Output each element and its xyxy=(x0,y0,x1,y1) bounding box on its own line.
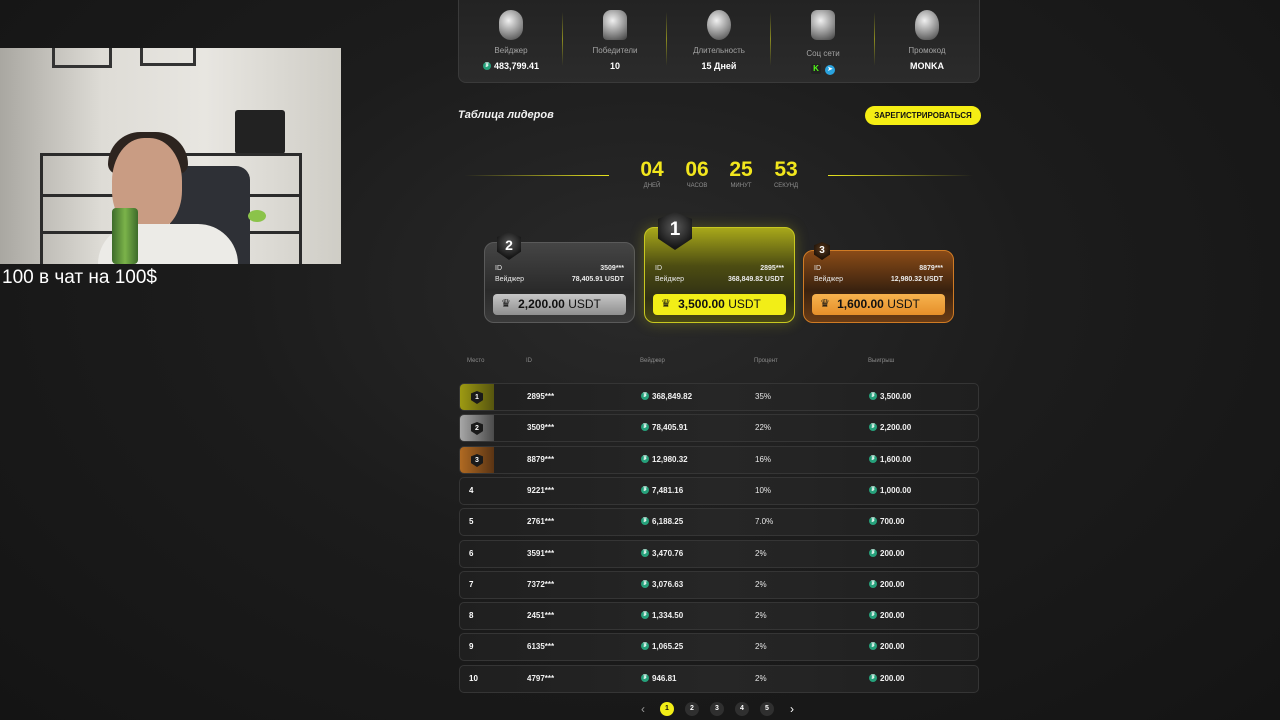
stat-label: Победители xyxy=(592,46,638,55)
stat-value: 10 xyxy=(609,61,620,71)
tether-icon xyxy=(641,579,649,589)
stat-value: 483,799.41 xyxy=(459,61,563,71)
webcam-overlay xyxy=(0,48,341,264)
table-row: 4 9221*** 7,481.16 10% 1,000.00 xyxy=(459,477,979,505)
flame-icon xyxy=(915,10,939,40)
crown-icon: ♛ xyxy=(820,298,830,310)
rank-badge: 1 xyxy=(460,384,494,410)
table-row: 2 3509*** 78,405.91 22% 2,200.00 xyxy=(459,414,979,442)
table-row: 9 6135*** 1,065.25 2% 200.00 xyxy=(459,633,979,661)
tether-icon xyxy=(482,61,491,71)
stat-winners: Победители 10 xyxy=(563,0,667,82)
crown-icon: ♛ xyxy=(501,298,511,310)
tether-icon xyxy=(869,485,877,495)
tether-icon xyxy=(641,673,649,683)
header-winnings: Выигрыш xyxy=(868,358,895,364)
stat-value: 15 Дней xyxy=(701,61,737,71)
tether-icon xyxy=(869,579,877,589)
rank-number: 6 xyxy=(469,549,474,558)
social-icon xyxy=(811,10,835,40)
podium-prize: ♛ 3,500.00 USDT xyxy=(653,294,786,315)
stat-label: Вейджер xyxy=(494,46,528,55)
stat-promocode: Промокод MONKA xyxy=(875,0,979,82)
crown-icon: ♛ xyxy=(661,298,671,310)
kick-icon[interactable]: K xyxy=(811,64,821,74)
stat-label: Промокод xyxy=(908,46,946,55)
coin-icon xyxy=(499,10,523,40)
stream-caption: 100 в чат на 100$ xyxy=(2,267,157,288)
tether-icon xyxy=(869,454,877,464)
podium-card-3: ID 8879*** Вейджер 12,980.32 USDT ♛ 1,600.0… xyxy=(803,250,954,323)
countdown-divider-right xyxy=(828,175,973,176)
tether-icon xyxy=(641,391,649,401)
tether-icon xyxy=(641,485,649,495)
table-row: 8 2451*** 1,334.50 2% 200.00 xyxy=(459,602,979,630)
page-button-1[interactable]: 1 xyxy=(660,702,674,716)
table-row: 3 8879*** 12,980.32 16% 1,600.00 xyxy=(459,446,979,474)
table-row: 10 4797*** 946.81 2% 200.00 xyxy=(459,665,979,693)
tether-icon xyxy=(641,454,649,464)
leaderboard-page: 100 в чат на 100$ Вейджер 483,799.41 Поб… xyxy=(0,0,1280,720)
rank-badge: 2 xyxy=(460,415,494,441)
table-row: 1 2895*** 368,849.82 35% 3,500.00 xyxy=(459,383,979,411)
social-links: K ➤ xyxy=(771,61,875,75)
page-button-5[interactable]: 5 xyxy=(760,702,774,716)
header-percent: Процент xyxy=(754,358,778,364)
stat-socials: Соц сети K ➤ xyxy=(771,0,875,82)
tether-icon xyxy=(869,516,877,526)
rank-badge: 3 xyxy=(460,447,494,473)
rank-number: 8 xyxy=(469,611,474,620)
tether-icon xyxy=(869,422,877,432)
table-row: 6 3591*** 3,470.76 2% 200.00 xyxy=(459,540,979,568)
stat-duration: Длительность 15 Дней xyxy=(667,0,771,82)
rank-number: 10 xyxy=(469,674,478,683)
telegram-icon[interactable]: ➤ xyxy=(825,65,835,75)
countdown-hours: 06 ЧАСОВ xyxy=(685,158,709,189)
page-button-4[interactable]: 4 xyxy=(735,702,749,716)
tether-icon xyxy=(869,673,877,683)
countdown-seconds: 53 СЕКУНД xyxy=(773,158,799,189)
stats-bar: Вейджер 483,799.41 Победители 10 Длитель… xyxy=(458,0,980,83)
trophy-icon xyxy=(603,10,627,40)
page-button-3[interactable]: 3 xyxy=(710,702,724,716)
tether-icon xyxy=(869,548,877,558)
table-row: 5 2761*** 6,188.25 7.0% 700.00 xyxy=(459,508,979,536)
header-place: Место xyxy=(467,358,485,364)
stat-label: Соц сети xyxy=(806,49,840,58)
stat-label: Длительность xyxy=(693,46,745,55)
countdown-divider-left xyxy=(464,175,609,176)
rank-number: 5 xyxy=(469,517,474,526)
next-page-icon[interactable]: › xyxy=(785,702,799,716)
tether-icon xyxy=(869,641,877,651)
stopwatch-icon xyxy=(707,10,731,40)
rank-number: 9 xyxy=(469,642,474,651)
podium-prize: ♛ 2,200.00 USDT xyxy=(493,294,626,315)
prev-page-icon[interactable]: ‹ xyxy=(636,702,650,716)
leaderboard-title: Таблица лидеров xyxy=(458,109,554,121)
countdown-days: 04 ДНЕЙ xyxy=(640,158,664,189)
header-id: ID xyxy=(526,358,532,364)
podium-prize: ♛ 1,600.00 USDT xyxy=(812,294,945,315)
tether-icon xyxy=(641,641,649,651)
stat-wager: Вейджер 483,799.41 xyxy=(459,0,563,82)
tether-icon xyxy=(869,391,877,401)
tether-icon xyxy=(869,610,877,620)
tether-icon xyxy=(641,422,649,432)
tether-icon xyxy=(641,516,649,526)
promocode-value[interactable]: MONKA xyxy=(875,61,979,71)
page-button-2[interactable]: 2 xyxy=(685,702,699,716)
countdown-minutes: 25 МИНУТ xyxy=(729,158,753,189)
tether-icon xyxy=(641,610,649,620)
pagination: ‹ 1 2 3 4 5 › xyxy=(636,701,809,717)
tether-icon xyxy=(641,548,649,558)
table-row: 7 7372*** 3,076.63 2% 200.00 xyxy=(459,571,979,599)
rank-number: 4 xyxy=(469,486,474,495)
register-button[interactable]: ЗАРЕГИСТРИРОВАТЬСЯ xyxy=(865,106,981,125)
rank-number: 7 xyxy=(469,580,474,589)
header-wager: Вейджер xyxy=(640,358,665,364)
